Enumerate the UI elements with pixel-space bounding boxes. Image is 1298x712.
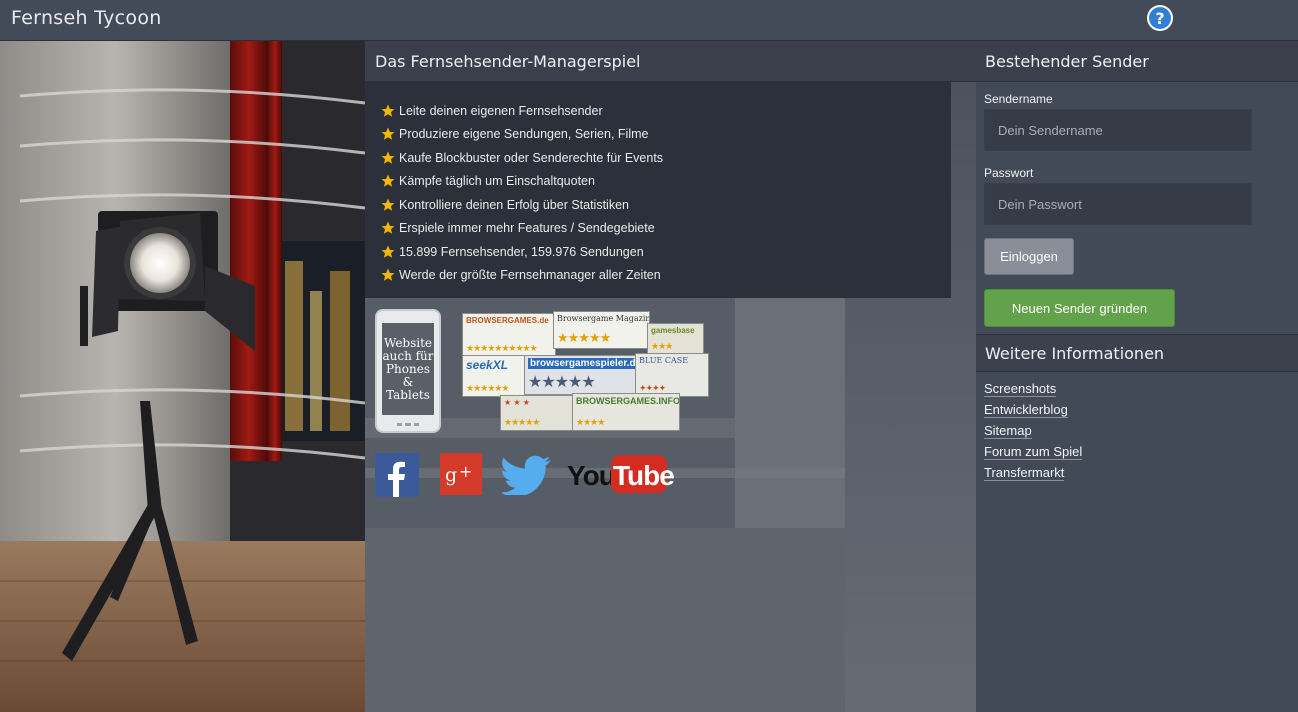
star-icon	[381, 174, 395, 188]
rating-badge[interactable]: BLUE CASE ✦✦✦✦	[635, 353, 709, 397]
twitter-icon[interactable]	[502, 455, 552, 495]
rating-stars: ★★★★★	[557, 330, 611, 345]
rating-badge[interactable]: ★ ★ ★ ★★★★★	[500, 395, 574, 431]
rating-stars: ★★★★★	[528, 374, 596, 391]
feature-text: 15.899 Fernsehsender, 159.976 Sendungen	[399, 244, 644, 259]
feature-item: Leite deinen eigenen Fernsehsender	[381, 99, 663, 123]
mobile-device-banner[interactable]: Website auch für Phones & Tablets	[375, 309, 441, 433]
intro-panel: Das Fernsehsender-Managerspiel Leite dei…	[365, 41, 976, 712]
login-header: Bestehender Sender	[976, 41, 1298, 82]
google-plus-icon[interactable]: g +	[440, 453, 482, 495]
app-title: Fernseh Tycoon	[11, 7, 162, 29]
rating-stars: ★★★★★★	[466, 383, 509, 393]
feature-text: Werde der größte Fernsehmanager aller Ze…	[399, 268, 661, 283]
feature-item: 15.899 Fernsehsender, 159.976 Sendungen	[381, 240, 663, 264]
intro-title: Das Fernsehsender-Managerspiel	[375, 52, 641, 71]
password-label: Passwort	[984, 166, 1034, 180]
top-bar: Fernseh Tycoon ?	[0, 0, 1298, 41]
feature-item: Erspiele immer mehr Features / Sendegebi…	[381, 217, 663, 241]
link-forum[interactable]: Forum zum Spiel	[984, 444, 1083, 465]
sendername-input[interactable]	[984, 109, 1252, 151]
phone-buttons	[397, 423, 419, 426]
login-title: Bestehender Sender	[985, 52, 1149, 71]
rating-badge[interactable]: BROWSERGAMES.de ★★★★★★★★★★	[462, 313, 556, 357]
help-icon[interactable]: ?	[1146, 4, 1174, 32]
feature-box: Leite deinen eigenen Fernsehsender Produ…	[365, 82, 951, 298]
feature-item: Kämpfe täglich um Einschaltquoten	[381, 170, 663, 194]
rating-badge[interactable]: Browsergame Magazin ★★★★★	[553, 311, 650, 349]
rating-badge[interactable]: browsergamespieler.de ★★★★★	[524, 355, 638, 395]
info-links: Screenshots Entwicklerblog Sitemap Forum…	[984, 381, 1083, 486]
star-icon	[381, 221, 395, 235]
rating-badges: BROWSERGAMES.de ★★★★★★★★★★ Browsergame M…	[462, 311, 712, 431]
svg-text:g: g	[445, 464, 457, 486]
link-sitemap[interactable]: Sitemap	[984, 423, 1082, 444]
link-screenshots[interactable]: Screenshots	[984, 381, 1082, 402]
feature-list: Leite deinen eigenen Fernsehsender Produ…	[381, 99, 663, 287]
intro-header: Das Fernsehsender-Managerspiel	[365, 41, 976, 82]
star-icon	[381, 127, 395, 141]
rating-stars: ★★★★★	[504, 417, 540, 427]
feature-text: Leite deinen eigenen Fernsehsender	[399, 103, 603, 118]
link-transfer-market[interactable]: Transfermarkt	[984, 465, 1082, 486]
feature-text: Produziere eigene Sendungen, Serien, Fil…	[399, 127, 649, 142]
feature-item: Produziere eigene Sendungen, Serien, Fil…	[381, 123, 663, 147]
link-developer-blog[interactable]: Entwicklerblog	[984, 402, 1082, 423]
star-icon	[381, 198, 395, 211]
rating-stars: ★★★★	[576, 417, 605, 427]
studio-illustration	[0, 41, 365, 712]
star-icon	[381, 151, 395, 164]
feature-item: Kaufe Blockbuster oder Senderechte für E…	[381, 146, 663, 170]
rating-badge[interactable]: gamesbase ★★★	[647, 323, 704, 355]
login-panel: Bestehender Sender Sendername Passwort E…	[976, 41, 1298, 712]
rating-badge[interactable]: seekXL ★★★★★★	[462, 355, 526, 397]
feature-text: Kämpfe täglich um Einschaltquoten	[399, 174, 595, 189]
svg-text:+: +	[459, 462, 472, 481]
social-links: g + You Tube	[375, 453, 675, 499]
star-icon	[381, 104, 395, 117]
rating-stars: ★★★	[651, 341, 673, 351]
feature-text: Erspiele immer mehr Features / Sendegebi…	[399, 221, 655, 236]
new-station-button[interactable]: Neuen Sender gründen	[984, 289, 1175, 327]
password-input[interactable]	[984, 183, 1252, 225]
phone-banner-text: Website auch für Phones & Tablets	[382, 323, 434, 415]
star-icon	[381, 268, 395, 282]
sendername-label: Sendername	[984, 92, 1053, 106]
rating-badge[interactable]: BROWSERGAMES.INFO ★★★★	[572, 393, 680, 431]
rating-stars: ★★★★★★★★★★	[466, 343, 538, 353]
feature-text: Kaufe Blockbuster oder Senderechte für E…	[399, 150, 664, 165]
svg-text:?: ?	[1155, 9, 1164, 28]
youtube-icon[interactable]: You Tube	[567, 455, 675, 495]
info-header: Weitere Informationen	[976, 334, 1298, 372]
feature-item: Werde der größte Fernsehmanager aller Ze…	[381, 264, 663, 288]
login-button[interactable]: Einloggen	[984, 238, 1074, 275]
star-icon	[381, 245, 395, 258]
info-title: Weitere Informationen	[985, 344, 1165, 363]
facebook-icon[interactable]	[375, 453, 419, 497]
feature-item: Kontrolliere deinen Erfolg über Statisti…	[381, 193, 663, 217]
feature-text: Kontrolliere deinen Erfolg über Statisti…	[399, 197, 629, 212]
